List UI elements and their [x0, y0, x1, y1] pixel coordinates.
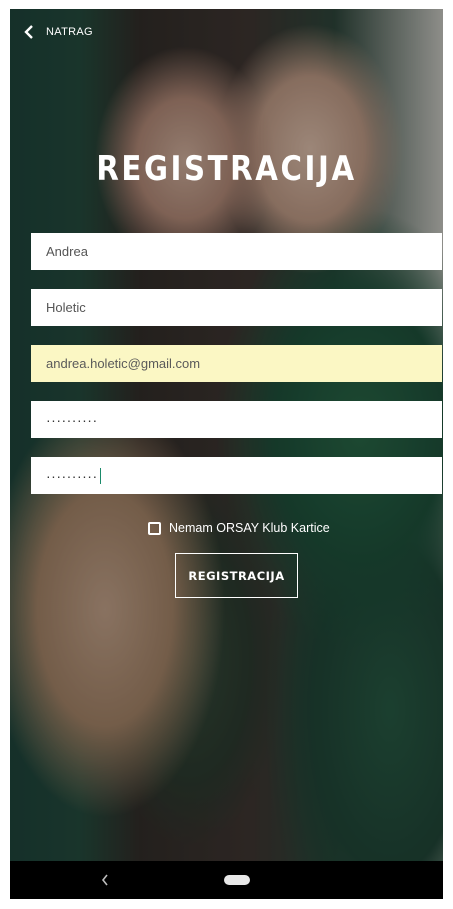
nav-back-icon[interactable] [100, 873, 110, 887]
last-name-field[interactable]: Holetic [31, 289, 442, 326]
phone-screen: NATRAG REGISTRACIJA Andrea Holetic andre… [10, 9, 443, 899]
system-nav-bar [10, 861, 443, 899]
last-name-value: Holetic [46, 300, 86, 315]
no-card-checkbox[interactable] [148, 521, 161, 535]
password-field[interactable]: ·········· [31, 401, 442, 438]
chevron-left-icon [24, 25, 33, 39]
back-label: NATRAG [46, 26, 93, 38]
background-overlay [10, 9, 443, 899]
text-cursor [99, 467, 101, 484]
no-card-label: Nemam ORSAY Klub Kartice [169, 521, 330, 535]
nav-home-pill-icon[interactable] [224, 875, 250, 885]
email-field[interactable]: andrea.holetic@gmail.com [31, 345, 442, 382]
confirm-password-mask: ·········· [46, 467, 98, 484]
email-value: andrea.holetic@gmail.com [46, 356, 201, 371]
password-mask: ·········· [46, 411, 98, 428]
page-title: REGISTRACIJA [96, 149, 357, 189]
register-button[interactable]: REGISTRACIJA [175, 553, 298, 598]
register-button-label: REGISTRACIJA [188, 568, 285, 583]
confirm-password-field[interactable]: ·········· [31, 457, 442, 494]
first-name-value: Andrea [46, 244, 88, 259]
back-button[interactable]: NATRAG [24, 25, 93, 39]
first-name-field[interactable]: Andrea [31, 233, 442, 270]
no-card-option[interactable]: Nemam ORSAY Klub Kartice [148, 521, 330, 535]
